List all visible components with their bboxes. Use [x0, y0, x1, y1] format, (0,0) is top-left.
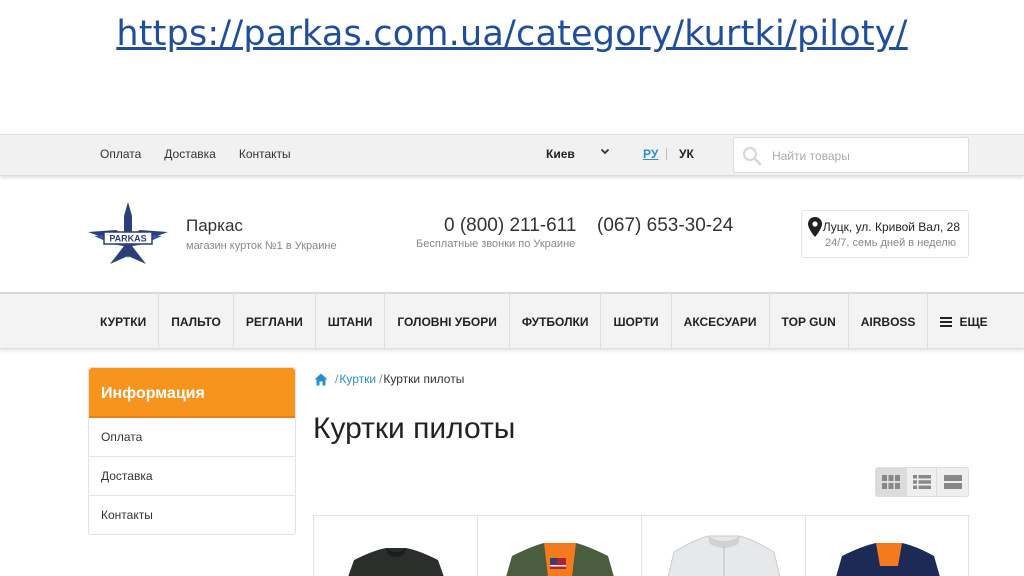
top-links: Оплата Доставка Контакты	[100, 147, 291, 161]
breadcrumb: / Куртки / Куртки пилоты	[314, 372, 464, 386]
nav-item-shorts[interactable]: ШОРТИ	[601, 294, 672, 349]
slide-url-link[interactable]: https://parkas.com.ua/category/kurtki/pi…	[0, 14, 1024, 54]
store-address-box[interactable]: Луцк, ул. Кривой Вал, 28 24/7, семь дней…	[801, 210, 969, 258]
nav-item-accessories[interactable]: АКСЕСУАРИ	[672, 294, 770, 349]
chevron-down-icon[interactable]	[600, 146, 610, 159]
view-mode-toggle	[875, 467, 969, 497]
nav-item-airboss[interactable]: AIRBOSS	[849, 294, 929, 349]
brand-tagline: магазин курток №1 в Украине	[186, 240, 337, 252]
nav-item-jackets[interactable]: КУРТКИ	[88, 294, 160, 349]
free-phone-note: Бесплатные звонки по Украине	[416, 238, 576, 250]
product-image-jacket	[348, 548, 444, 576]
top-link-delivery[interactable]: Доставка	[164, 147, 216, 161]
map-pin-icon	[808, 217, 822, 237]
breadcrumb-separator: /	[335, 372, 339, 386]
grid-view-button[interactable]	[876, 468, 907, 496]
nav-item-headwear[interactable]: ГОЛОВНІ УБОРИ	[385, 294, 510, 349]
nav-item-more[interactable]: ЕЩЕ	[928, 294, 999, 349]
mobile-phone-link[interactable]: (067) 653-30-24	[597, 215, 733, 237]
page-title: Куртки пилоты	[313, 412, 516, 445]
nav-item-top-gun[interactable]: TOP GUN	[770, 294, 849, 349]
grid-icon	[881, 475, 900, 489]
logo-text: PARKAS	[109, 234, 146, 244]
product-card[interactable]	[477, 516, 641, 576]
city-selector[interactable]: Киев	[546, 147, 575, 161]
free-phone-link[interactable]: 0 (800) 211-611	[444, 215, 576, 237]
product-card[interactable]	[313, 516, 477, 576]
product-card[interactable]	[641, 516, 805, 576]
table-icon	[943, 475, 962, 489]
search-input[interactable]	[772, 147, 962, 165]
lang-ru-link[interactable]: РУ	[643, 147, 658, 161]
list-view-button[interactable]	[907, 468, 938, 496]
product-image-jacket	[506, 543, 614, 576]
menu-icon	[940, 315, 953, 329]
breadcrumb-current: Куртки пилоты	[383, 372, 465, 386]
nav-item-raglans[interactable]: РЕГЛАНИ	[234, 294, 316, 349]
sidebar-item-contacts[interactable]: Контакты	[89, 496, 295, 535]
product-image-jacket	[667, 535, 781, 576]
table-view-button[interactable]	[937, 468, 968, 496]
parkas-logo[interactable]: PARKAS	[86, 200, 170, 270]
breadcrumb-separator: /	[379, 372, 383, 386]
product-image-jacket	[836, 543, 940, 576]
info-sidebar: Информация Оплата Доставка Контакты	[88, 367, 296, 535]
top-link-contacts[interactable]: Контакты	[239, 147, 291, 161]
top-link-payment[interactable]: Оплата	[100, 147, 141, 161]
home-icon[interactable]	[314, 373, 328, 386]
lang-divider: |	[665, 146, 669, 160]
sidebar-title: Информация	[89, 368, 295, 418]
brand-name: Паркас	[186, 216, 243, 235]
nav-item-coats[interactable]: ПАЛЬТО	[159, 294, 234, 349]
nav-item-tshirts[interactable]: ФУТБОЛКИ	[510, 294, 602, 349]
product-grid	[313, 515, 970, 576]
lang-uk-link[interactable]: УК	[679, 147, 694, 161]
breadcrumb-link-jackets[interactable]: Куртки	[339, 372, 376, 386]
top-bar: Оплата Доставка Контакты Киев РУ | УК	[0, 134, 1024, 176]
nav-item-pants[interactable]: ШТАНИ	[316, 294, 386, 349]
search-icon[interactable]	[742, 146, 762, 166]
store-hours: 24/7, семь дней в неделю	[825, 237, 956, 249]
list-icon	[912, 475, 931, 489]
sidebar-item-delivery[interactable]: Доставка	[89, 457, 295, 496]
nav-more-label: ЕЩЕ	[959, 314, 988, 329]
search-box[interactable]	[733, 137, 969, 173]
store-address: Луцк, ул. Кривой Вал, 28	[822, 220, 960, 234]
main-nav: КУРТКИ ПАЛЬТО РЕГЛАНИ ШТАНИ ГОЛОВНІ УБОР…	[0, 292, 1024, 349]
sidebar-item-payment[interactable]: Оплата	[89, 418, 295, 457]
product-card[interactable]	[805, 516, 969, 576]
